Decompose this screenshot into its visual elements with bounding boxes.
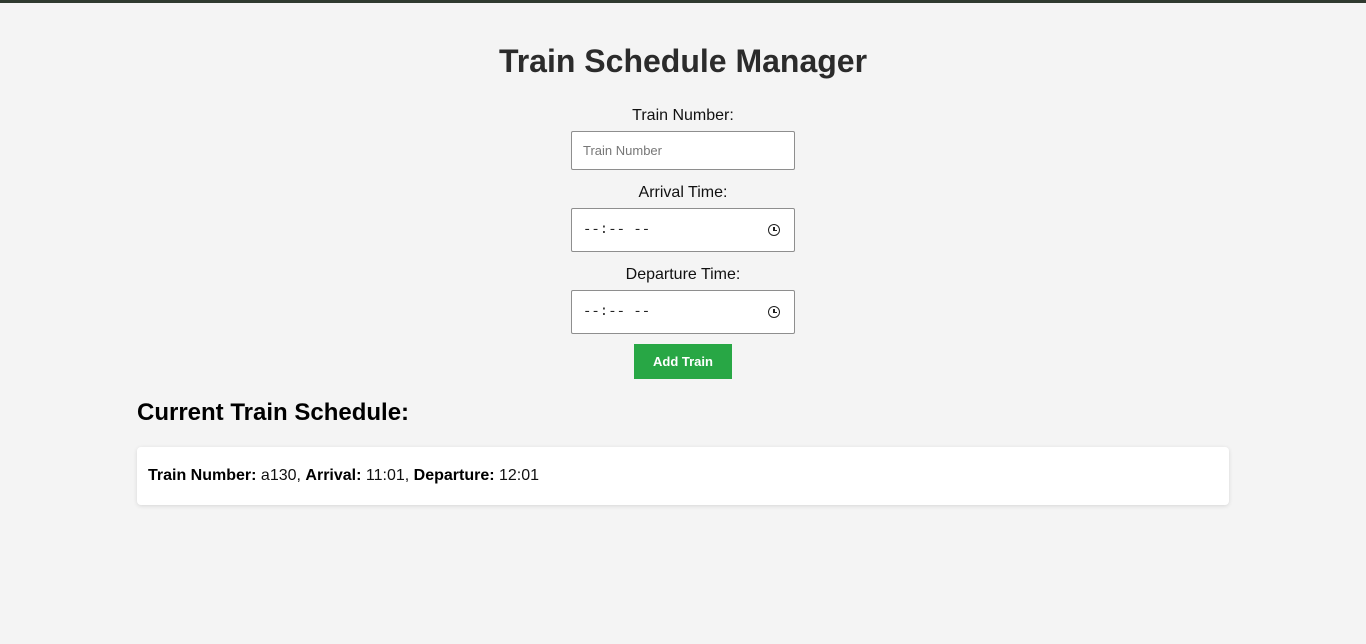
departure-value: 12:01 [499, 467, 540, 484]
top-border [0, 0, 1366, 3]
departure-time-value: --:-- -- [583, 304, 651, 320]
train-number-placeholder: Train Number [583, 143, 662, 158]
arrival-time-input[interactable]: --:-- -- [571, 208, 795, 252]
clock-icon[interactable] [768, 224, 780, 236]
departure-time-label: Departure Time: [625, 266, 741, 283]
train-number-field-label: Train Number: [148, 467, 257, 484]
clock-icon[interactable] [768, 306, 780, 318]
train-number-label: Train Number: [632, 107, 734, 124]
train-number-value: a130 [260, 467, 297, 484]
page-title: Train Schedule Manager [498, 43, 868, 79]
train-number-input[interactable]: Train Number [571, 131, 795, 170]
add-train-button[interactable]: Add Train [634, 344, 732, 379]
arrival-time-value: --:-- -- [583, 222, 651, 238]
arrival-value: 11:01 [365, 467, 405, 484]
arrival-field-label: Arrival: [305, 467, 362, 484]
schedule-list-item: Train Number: a130 , Arrival: 11:01 , De… [137, 447, 1229, 505]
departure-time-input[interactable]: --:-- -- [571, 290, 795, 334]
departure-field-label: Departure: [413, 467, 495, 484]
arrival-time-label: Arrival Time: [638, 184, 728, 201]
schedule-heading: Current Train Schedule: [137, 399, 410, 426]
